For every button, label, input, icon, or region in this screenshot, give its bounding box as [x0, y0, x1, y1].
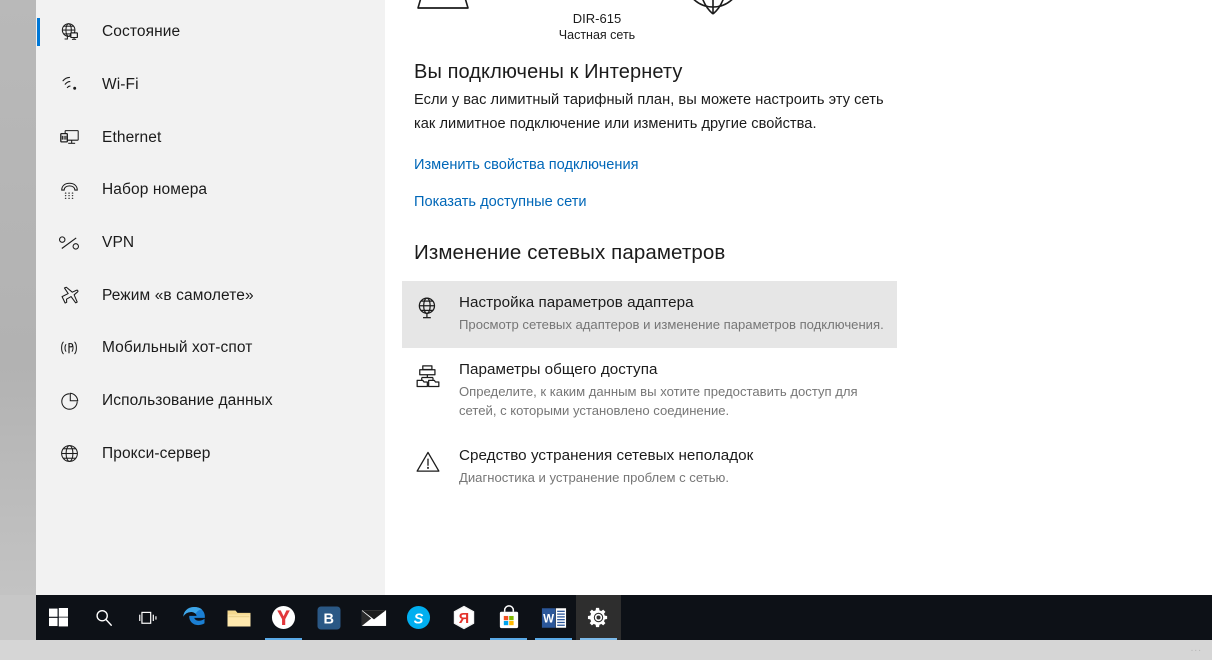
settings-sidebar: Состояние Wi-Fi Ethernet Набор номера VP… [36, 0, 385, 595]
svg-text:Я: Я [458, 611, 468, 627]
network-name: DIR-615 [572, 11, 622, 26]
globe-icon [673, 0, 753, 24]
connection-status-description: Если у вас лимитный тарифный план, вы мо… [414, 92, 884, 132]
task-view-icon [138, 609, 159, 627]
setting-description: Диагностика и устранение проблем с сетью… [459, 469, 729, 485]
svg-text:W: W [543, 612, 554, 625]
mail-icon [361, 608, 387, 628]
edge-button[interactable] [171, 595, 216, 640]
desktop-background [0, 0, 36, 660]
settings-content: DIR-615 Частная сеть Вы подключены к Инт… [385, 0, 1212, 595]
skype-button[interactable]: S [396, 595, 441, 640]
ethernet-icon [54, 128, 84, 148]
local-computer-node [414, 0, 494, 22]
file-explorer-button[interactable] [216, 595, 261, 640]
edge-icon [181, 605, 207, 631]
sidebar-item-label: Ethernet [102, 128, 162, 146]
search-button[interactable] [81, 595, 126, 640]
setting-title: Средство устранения сетевых неполадок [459, 446, 754, 464]
sidebar-item-label: Прокси-сервер [102, 444, 211, 462]
gear-icon [587, 606, 610, 629]
yandex-icon [271, 605, 296, 630]
screen-bottom-strip [0, 640, 1212, 660]
wifi-signal-icon [542, 0, 652, 8]
hotspot-icon [54, 339, 84, 358]
sidebar-item-mobile-hotspot[interactable]: Мобильный хот-спот [36, 322, 385, 375]
sidebar-item-label: Использование данных [102, 392, 273, 410]
sidebar-item-proxy[interactable]: Прокси-сервер [36, 428, 385, 481]
status-globe-icon [54, 22, 84, 43]
yandex-ya-button[interactable]: Я [441, 595, 486, 640]
sidebar-item-label: Wi-Fi [102, 76, 139, 94]
computer-icon [414, 0, 494, 22]
adapter-globe-icon [414, 296, 442, 322]
vk-icon: B [317, 606, 341, 630]
sidebar-item-wifi[interactable]: Wi-Fi [36, 59, 385, 112]
troubleshoot-warning-icon [414, 449, 442, 475]
airplane-icon [54, 285, 84, 306]
sidebar-item-vpn[interactable]: VPN [36, 217, 385, 270]
taskbar: B S Я W [36, 595, 1176, 640]
internet-node [673, 0, 753, 24]
search-icon [94, 608, 114, 628]
mail-button[interactable] [351, 595, 396, 640]
task-view-button[interactable] [126, 595, 171, 640]
sidebar-item-label: Мобильный хот-спот [102, 339, 253, 357]
setting-description: Просмотр сетевых адаптеров и изменение п… [459, 317, 884, 333]
sidebar-item-label: Режим «в самолете» [102, 286, 254, 304]
sidebar-item-dialup[interactable]: Набор номера [36, 164, 385, 217]
folder-icon [226, 607, 252, 629]
sidebar-item-label: Набор номера [102, 181, 208, 199]
wifi-icon [54, 76, 84, 95]
proxy-globe-icon [54, 443, 84, 464]
network-settings-group-heading: Изменение сетевых параметров [414, 241, 726, 265]
sidebar-item-label: VPN [102, 234, 135, 252]
data-usage-pie-icon [54, 391, 84, 412]
network-status-diagram: DIR-615 Частная сеть [414, 0, 914, 42]
svg-text:S: S [414, 611, 424, 627]
network-type: Частная сеть [558, 28, 636, 42]
connection-status-heading: Вы подключены к Интернету [414, 61, 683, 83]
setting-row-network-troubleshooter[interactable]: Средство устранения сетевых неполадок Ди… [402, 434, 897, 501]
selection-indicator [37, 18, 40, 47]
svg-text:B: B [323, 611, 333, 627]
wifi-network-node: DIR-615 Частная сеть [542, 0, 652, 44]
sidebar-item-ethernet[interactable]: Ethernet [36, 111, 385, 164]
settings-window: Состояние Wi-Fi Ethernet Набор номера VP… [36, 0, 1212, 595]
windows-logo-icon [49, 608, 68, 627]
word-icon: W [541, 606, 567, 630]
yandex-browser-button[interactable] [261, 595, 306, 640]
show-available-networks-link[interactable]: Показать доступные сети [414, 194, 587, 210]
setting-title: Настройка параметров адаптера [459, 294, 694, 312]
store-bag-icon [497, 605, 521, 630]
vk-button[interactable]: B [306, 595, 351, 640]
network-settings-list: Настройка параметров адаптера Просмотр с… [402, 281, 1212, 500]
microsoft-store-button[interactable] [486, 595, 531, 640]
setting-description: Определите, к каким данным вы хотите пре… [459, 383, 858, 419]
taskbar-right-filler [1176, 595, 1212, 640]
start-button[interactable] [36, 595, 81, 640]
sidebar-item-data-usage[interactable]: Использование данных [36, 375, 385, 428]
vpn-icon [54, 235, 84, 251]
setting-row-sharing-options[interactable]: Параметры общего доступа Определите, к к… [402, 348, 897, 434]
word-button[interactable]: W [531, 595, 576, 640]
dialup-phone-icon [54, 181, 84, 200]
change-connection-properties-link[interactable]: Изменить свойства подключения [414, 157, 639, 173]
sidebar-item-label: Состояние [102, 23, 181, 41]
skype-icon: S [406, 605, 431, 630]
sharing-folders-icon [414, 363, 442, 389]
sidebar-item-airplane-mode[interactable]: Режим «в самолете» [36, 269, 385, 322]
watermark-text: ... [1190, 643, 1202, 654]
sidebar-item-status[interactable]: Состояние [36, 6, 385, 59]
setting-title: Параметры общего доступа [459, 360, 658, 378]
settings-button[interactable] [576, 595, 621, 640]
setting-row-adapter-options[interactable]: Настройка параметров адаптера Просмотр с… [402, 281, 897, 348]
ya-icon: Я [452, 605, 476, 630]
